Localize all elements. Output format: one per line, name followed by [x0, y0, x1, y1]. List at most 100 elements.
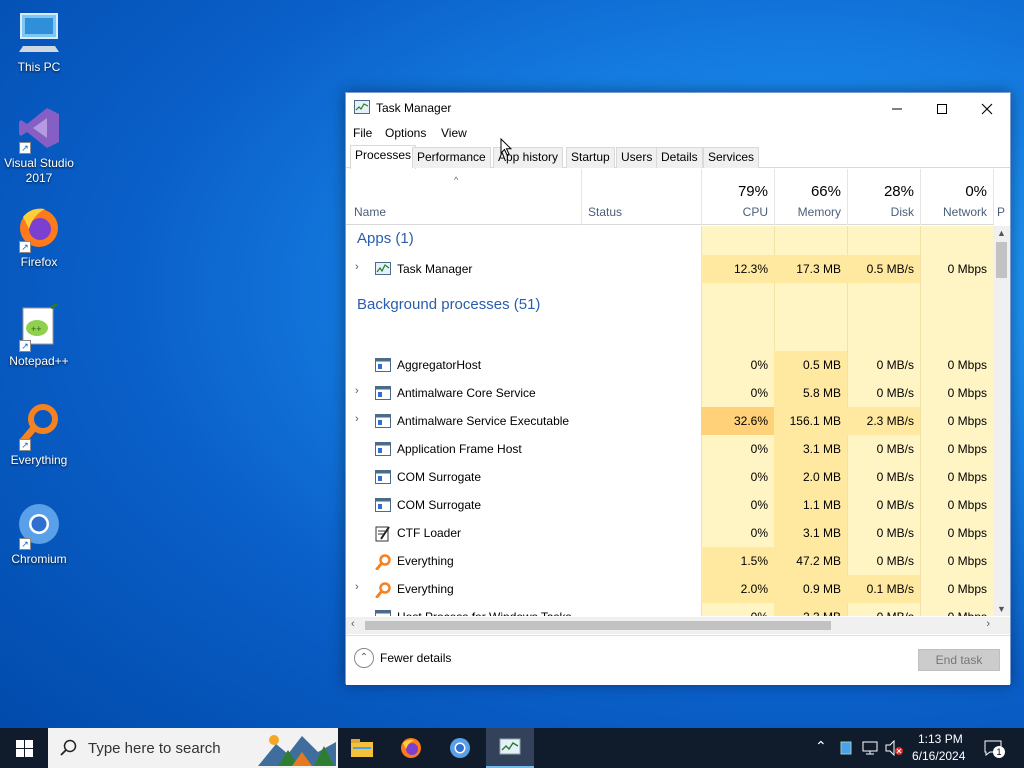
clock-date[interactable]: 6/16/2024	[912, 749, 965, 763]
memory-value: 5.8 MB	[774, 379, 847, 407]
tab-users[interactable]: Users	[616, 147, 658, 168]
horizontal-scroll-thumb[interactable]	[365, 621, 831, 630]
computer-icon	[15, 10, 63, 58]
table-row[interactable]: › Everything 2.0% 0.9 MB 0.1 MB/s 0 Mbps	[346, 575, 993, 603]
network-value: 0 Mbps	[947, 442, 987, 456]
desktop-icon-firefox[interactable]: ↗ Firefox	[0, 205, 78, 270]
network-value: 0 Mbps	[947, 554, 987, 568]
tab-performance[interactable]: Performance	[412, 147, 491, 168]
tab-details[interactable]: Details	[656, 147, 703, 168]
search-icon	[60, 739, 77, 756]
process-name: Application Frame Host	[397, 442, 522, 456]
windows-logo-icon	[16, 740, 33, 757]
expand-chevron-icon[interactable]: ›	[355, 385, 359, 397]
table-row[interactable]: › Antimalware Service Executable 32.6% 156.…	[346, 407, 993, 435]
group-background: Background processes (51)	[357, 296, 541, 313]
vertical-scrollbar[interactable]: ▲ ▼	[993, 226, 1010, 616]
footer: ⌃ Fewer details End task	[346, 635, 1010, 685]
tablet-icon[interactable]	[840, 741, 852, 755]
expand-chevron-icon[interactable]: ›	[355, 261, 359, 273]
tray-overflow-icon[interactable]: ⌃	[815, 738, 827, 755]
desktop-icon-visual-studio[interactable]: ↗ Visual Studio 2017	[0, 106, 78, 186]
volume-muted-icon[interactable]	[885, 740, 905, 756]
expand-chevron-icon[interactable]: ›	[355, 413, 359, 425]
table-row[interactable]: COM Surrogate 0% 2.0 MB 0 MB/s 0 Mbps	[346, 463, 993, 491]
notification-badge: 1	[993, 746, 1005, 758]
sort-up-icon: ^	[454, 175, 459, 185]
menu-options[interactable]: Options	[385, 126, 426, 140]
end-task-label: End task	[935, 653, 983, 667]
table-row[interactable]: COM Surrogate 0% 1.1 MB 0 MB/s 0 Mbps	[346, 491, 993, 519]
disk-column-header[interactable]: 28% Disk	[847, 169, 920, 225]
cpu-column-header[interactable]: 79% CPU	[701, 169, 774, 225]
cpu-value: 0%	[750, 386, 768, 400]
power-column-header[interactable]: P	[993, 169, 1005, 225]
memory-column-header[interactable]: 66% Memory	[774, 169, 847, 225]
scroll-down-icon[interactable]: ▼	[997, 604, 1006, 614]
taskbar-file-explorer[interactable]	[338, 728, 386, 768]
close-button[interactable]	[964, 93, 1010, 123]
network-value: 0 Mbps	[947, 470, 987, 484]
table-row[interactable]: Host Process for Windows Tasks0%2.3 MB0 …	[346, 603, 993, 616]
process-name: COM Surrogate	[397, 498, 482, 512]
network-label: Network	[942, 205, 987, 219]
table-row[interactable]: Everything 1.5% 47.2 MB 0 MB/s 0 Mbps	[346, 547, 993, 575]
notification-center-button[interactable]: 1	[980, 728, 1016, 768]
table-row[interactable]: › Antimalware Core Service 0% 5.8 MB 0 MB/s 0…	[346, 379, 993, 407]
disk-value: 2.3 MB/s	[847, 407, 920, 435]
column-header: ^ Name Status 79% CPU 66% Memory 28% Dis…	[346, 169, 1005, 225]
table-row[interactable]: AggregatorHost 0% 0.5 MB 0 MB/s 0 Mbps	[346, 351, 993, 379]
memory-total: 66%	[810, 183, 841, 200]
start-button[interactable]	[0, 728, 48, 768]
desktop-icon-computer[interactable]: This PC	[0, 10, 78, 75]
scroll-up-icon[interactable]: ▲	[997, 228, 1006, 238]
clock-time[interactable]: 1:13 PM	[918, 732, 963, 746]
service-icon	[375, 470, 391, 484]
network-column-header[interactable]: 0% Network	[920, 169, 993, 225]
visual-studio-icon: ↗	[15, 106, 63, 154]
desktop-icon-notepad-plus-plus[interactable]: ++ ↗ Notepad++	[0, 302, 78, 369]
disk-value: 0 MB/s	[876, 386, 914, 400]
horizontal-scrollbar[interactable]: ‹ ›	[346, 617, 1010, 634]
desktop-icon-everything-search[interactable]: ↗ Everything	[0, 403, 78, 468]
vertical-scroll-thumb[interactable]	[996, 242, 1007, 278]
network-value: 0 Mbps	[947, 414, 987, 428]
menu-view[interactable]: View	[441, 126, 467, 140]
service-icon	[375, 414, 391, 428]
table-row[interactable]: Application Frame Host 0% 3.1 MB 0 MB/s 0 Mb…	[346, 435, 993, 463]
table-row[interactable]: CTF Loader 0% 3.1 MB 0 MB/s 0 Mbps	[346, 519, 993, 547]
process-name: Everything	[397, 582, 454, 596]
menu-file[interactable]: File	[353, 126, 372, 140]
disk-label: Disk	[890, 205, 914, 219]
task-manager-icon	[499, 738, 521, 755]
taskbar-chromium[interactable]	[436, 728, 484, 768]
scroll-right-icon[interactable]: ›	[986, 618, 990, 630]
scroll-left-icon[interactable]: ‹	[351, 618, 355, 630]
cpu-value: 0%	[750, 442, 768, 456]
process-name: COM Surrogate	[397, 470, 482, 484]
tab-startup[interactable]: Startup	[566, 147, 615, 168]
window-title: Task Manager	[376, 101, 452, 115]
taskbar-search-box[interactable]: Type here to search	[48, 728, 338, 768]
title-bar[interactable]: Task Manager	[346, 93, 1010, 123]
minimize-button[interactable]	[874, 93, 920, 123]
name-column-header[interactable]: ^ Name	[346, 169, 581, 225]
status-column-label: Status	[588, 205, 623, 219]
network-disconnected-icon[interactable]	[862, 740, 880, 756]
status-column-header[interactable]: Status	[581, 169, 701, 225]
tab-services[interactable]: Services	[703, 147, 760, 168]
expand-chevron-icon[interactable]: ›	[355, 581, 359, 593]
group-apps: Apps (1)	[357, 230, 414, 247]
task-manager-icon	[354, 100, 370, 114]
end-task-button[interactable]: End task	[918, 649, 1000, 671]
maximize-button[interactable]	[919, 93, 965, 123]
taskbar-firefox[interactable]	[387, 728, 435, 768]
app-row[interactable]: › Task Manager 12.3% 17.3 MB 0.5 MB/s 0 Mbps	[346, 255, 993, 283]
taskbar-task-manager[interactable]	[486, 728, 534, 768]
menu-bar: File Options View	[346, 123, 1010, 143]
tab-processes[interactable]: Processes	[350, 145, 417, 169]
desktop-icon-chromium[interactable]: ↗ Chromium	[0, 502, 78, 567]
disk-value: 0 MB/s	[876, 498, 914, 512]
cpu-value: 0%	[750, 526, 768, 540]
shortcut-arrow-icon: ↗	[19, 340, 31, 352]
